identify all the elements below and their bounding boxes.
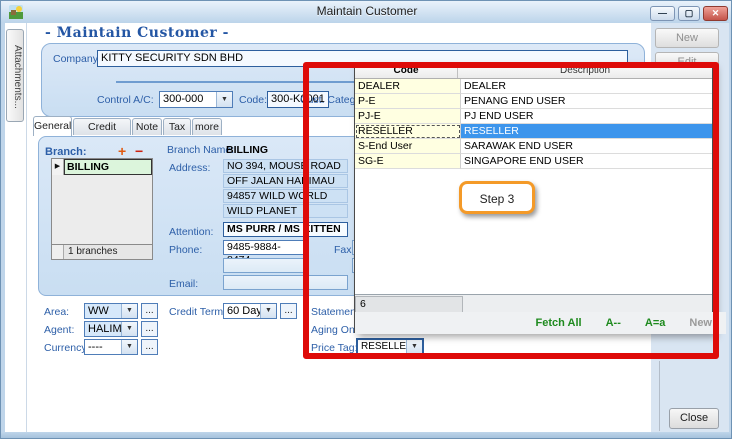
add-branch-icon[interactable]: + (118, 143, 126, 159)
address-line-2[interactable]: OFF JALAN HARIMAU (223, 174, 348, 188)
code-cell[interactable]: DEALER (355, 79, 461, 94)
close-form-button[interactable]: Close (669, 408, 719, 429)
branch-status-bar: 1 branches (51, 245, 153, 260)
description-cell[interactable]: PJ END USER (461, 109, 712, 124)
agent-label: Agent: (44, 324, 74, 336)
branch-list[interactable]: ▶ BILLING (51, 158, 153, 245)
phone-input[interactable]: 9485-9884-8474 (223, 240, 304, 255)
chevron-down-icon[interactable]: ▼ (260, 304, 276, 318)
credit-terms-lookup-button[interactable]: ... (280, 303, 297, 319)
match-case-button[interactable]: A=a (645, 317, 666, 329)
lookup-status-bar: 6 (355, 294, 712, 313)
remove-branch-icon[interactable]: − (135, 143, 143, 159)
code-cell[interactable]: PJ-E (355, 109, 461, 124)
chevron-down-icon[interactable]: ▼ (216, 92, 232, 107)
attachments-tab[interactable]: Attachments... (6, 29, 24, 122)
aging-on-label: Aging On: (311, 324, 358, 336)
description-cell[interactable]: DEALER (461, 79, 712, 94)
description-column-header[interactable]: Description (458, 64, 712, 78)
code-column-header[interactable]: Code (355, 64, 458, 78)
phone-label: Phone: (169, 244, 202, 256)
agent-select[interactable]: HALIM ▼ (84, 321, 138, 337)
control-ac-value: 300-000 (160, 92, 216, 107)
window-bottom-border (1, 432, 732, 439)
tab-more[interactable]: more (192, 118, 222, 135)
description-cell[interactable]: RESELLER (461, 124, 712, 139)
control-ac-select[interactable]: 300-000 ▼ (159, 91, 233, 108)
attention-label: Attention: (169, 226, 213, 238)
tab-note[interactable]: Note (132, 118, 162, 135)
branch-name-cell[interactable]: BILLING (64, 159, 152, 175)
currency-value: ---- (85, 340, 121, 354)
code-label: Code: (239, 94, 267, 106)
chevron-down-icon[interactable]: ▼ (121, 304, 137, 318)
branch-name-value[interactable]: BILLING (226, 144, 268, 156)
tab-credit-control[interactable]: Credit Control (73, 118, 131, 135)
step-callout: Step 3 (459, 181, 535, 214)
table-row[interactable]: PJ-E PJ END USER (355, 109, 712, 124)
chevron-down-icon[interactable]: ▼ (121, 322, 137, 336)
phone2-input[interactable] (223, 258, 304, 273)
address-label: Address: (169, 162, 210, 174)
description-cell[interactable]: PENANG END USER (461, 94, 712, 109)
panel-divider (659, 361, 660, 431)
currency-select[interactable]: ---- ▼ (84, 339, 138, 355)
address-line-4[interactable]: WILD PLANET (223, 204, 348, 218)
page-title: - Maintain Customer - (45, 25, 229, 41)
table-row[interactable]: SG-E SINGAPORE END USER (355, 154, 712, 169)
lookup-header-row: Code Description (355, 64, 712, 79)
credit-terms-select[interactable]: 60 Days ▼ (223, 303, 277, 319)
price-tag-select[interactable]: RESELLER ▼ (356, 338, 424, 355)
maximize-button[interactable]: ▢ (678, 6, 700, 21)
currency-lookup-button[interactable]: ... (141, 339, 158, 355)
code-cell[interactable]: P-E (355, 94, 461, 109)
area-value: WW (85, 304, 121, 318)
description-cell[interactable]: SARAWAK END USER (461, 139, 712, 154)
attention-input[interactable]: MS PURR / MS KITTEN (223, 222, 348, 237)
branch-name-label: Branch Name: (167, 144, 234, 156)
branch-list-item[interactable]: ▶ BILLING (52, 159, 152, 175)
area-select[interactable]: WW ▼ (84, 303, 138, 319)
chevron-down-icon[interactable]: ▼ (121, 340, 137, 354)
email-label: Email: (169, 278, 198, 290)
row-marker-icon: ▶ (52, 159, 64, 175)
description-cell[interactable]: SINGAPORE END USER (461, 154, 712, 169)
branch-label: Branch: (45, 146, 87, 158)
area-label: Area: (44, 306, 69, 318)
agent-value: HALIM (85, 322, 121, 336)
tab-tax[interactable]: Tax (163, 118, 191, 135)
new-record-button[interactable]: New (655, 28, 719, 48)
filter-a-dashes-button[interactable]: A-- (606, 317, 621, 329)
tab-general[interactable]: General (33, 116, 72, 136)
agent-lookup-button[interactable]: ... (141, 321, 158, 337)
control-ac-label: Control A/C: (97, 94, 154, 106)
table-row-selected[interactable]: RESELLER RESELLER (355, 124, 712, 139)
address-line-3[interactable]: 94857 WILD WORLD (223, 189, 348, 203)
branch-status-cell (52, 245, 64, 259)
minimize-button[interactable]: — (650, 6, 675, 21)
address-line-1[interactable]: NO 394, MOUSE ROAD (223, 159, 348, 173)
price-tag-value: RESELLER (358, 340, 406, 353)
close-window-button[interactable]: ✕ (703, 6, 728, 21)
new-category-button[interactable]: New (689, 317, 712, 329)
code-cell[interactable]: S-End User (355, 139, 461, 154)
chevron-down-icon[interactable]: ▼ (406, 340, 422, 353)
code-cell[interactable]: SG-E (355, 154, 461, 169)
price-tag-label: Price Tag: (311, 342, 358, 354)
credit-terms-value: 60 Days (224, 304, 260, 318)
table-row[interactable]: P-E PENANG END USER (355, 94, 712, 109)
window-title: Maintain Customer (1, 4, 732, 18)
company-label: Company: (53, 53, 101, 65)
credit-terms-label: Credit Terms: (169, 306, 231, 318)
table-row[interactable]: DEALER DEALER (355, 79, 712, 94)
code-cell[interactable]: RESELLER (355, 124, 461, 139)
area-lookup-button[interactable]: ... (141, 303, 158, 319)
currency-label: Currency: (44, 342, 90, 354)
fetch-all-button[interactable]: Fetch All (536, 317, 582, 329)
table-row[interactable]: S-End User SARAWAK END USER (355, 139, 712, 154)
maintain-customer-window: Maintain Customer — ▢ ✕ Attachments... N… (0, 0, 732, 439)
lookup-actions-bar: Fetch All A-- A=a New (355, 312, 726, 334)
email-input[interactable] (223, 275, 348, 290)
branch-count: 1 branches (64, 245, 152, 259)
